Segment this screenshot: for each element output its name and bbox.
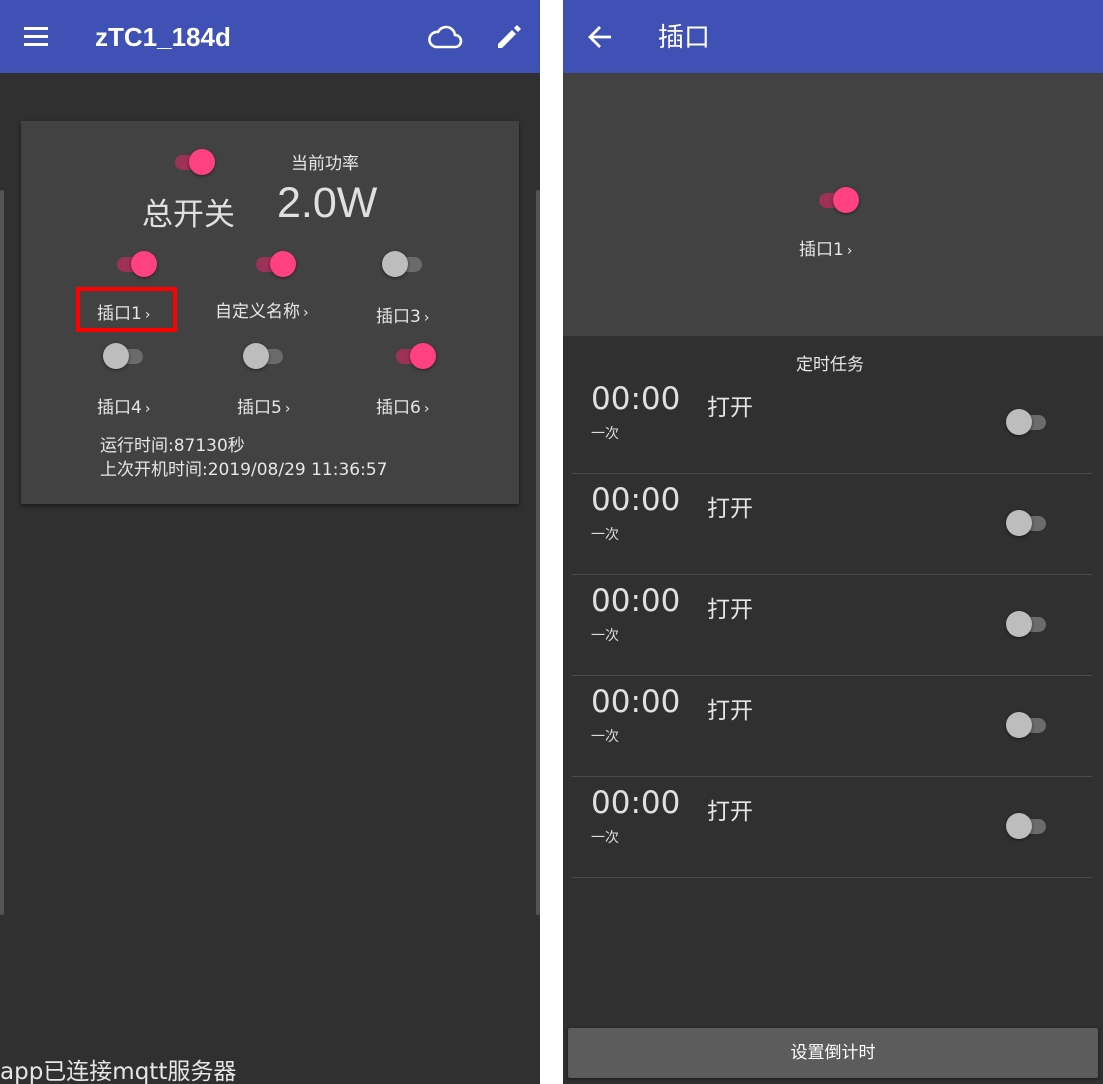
- timer-task-row[interactable]: 00:00 一次 打开: [572, 777, 1092, 878]
- slot-6-label: 插口6: [376, 398, 421, 418]
- timer-task-row[interactable]: 00:00 一次 打开: [572, 373, 1092, 474]
- cloud-icon[interactable]: [427, 24, 463, 50]
- page-title: 插口: [658, 22, 711, 52]
- section-title: 定时任务: [796, 355, 864, 375]
- task-action: 打开: [707, 395, 753, 421]
- chevron-right-icon: ›: [144, 401, 151, 417]
- slot-1-switch[interactable]: [113, 249, 157, 279]
- app-bar: zTC1_184d: [0, 0, 540, 73]
- task-time: 00:00: [591, 381, 681, 417]
- task-time: 00:00: [591, 482, 681, 518]
- slot-3-link[interactable]: 插口3 ›: [376, 302, 429, 327]
- last-boot-text: 上次开机时间:2019/08/29 11:36:57: [100, 460, 388, 480]
- slot-4-label: 插口4: [97, 398, 142, 418]
- power-label: 当前功率: [291, 154, 359, 174]
- chevron-right-icon: ›: [846, 243, 853, 259]
- slot-4-link[interactable]: 插口4 ›: [97, 393, 150, 418]
- set-countdown-button[interactable]: 设置倒计时: [568, 1028, 1098, 1078]
- slot-2-label: 自定义名称: [215, 302, 300, 322]
- task-repeat: 一次: [591, 628, 619, 644]
- task-repeat: 一次: [591, 830, 619, 846]
- task-action: 打开: [707, 799, 753, 825]
- slot-5-link[interactable]: 插口5 ›: [237, 393, 290, 418]
- slot-3-label: 插口3: [376, 307, 421, 327]
- task-time: 00:00: [591, 583, 681, 619]
- slot-name-link[interactable]: 插口1 ›: [799, 235, 852, 260]
- slot-2-switch[interactable]: [252, 249, 296, 279]
- slot-6-switch[interactable]: [392, 341, 436, 371]
- scrollbar[interactable]: [0, 190, 4, 915]
- slot-header: 插口1 ›: [563, 73, 1103, 336]
- chevron-right-icon: ›: [423, 310, 430, 326]
- timer-task-row[interactable]: 00:00 一次 打开: [572, 474, 1092, 575]
- slot-switch[interactable]: [815, 185, 859, 215]
- slot-2-link[interactable]: 自定义名称 ›: [215, 297, 309, 322]
- task-switch[interactable]: [1006, 508, 1050, 538]
- highlight-box: [76, 287, 177, 332]
- slot-name-label: 插口1: [799, 240, 844, 260]
- chevron-right-icon: ›: [303, 305, 309, 321]
- task-action: 打开: [707, 698, 753, 724]
- timer-task-row[interactable]: 00:00 一次 打开: [572, 676, 1092, 777]
- main-screen: zTC1_184d 当前功率 总开关 2.0W 插口1 › 自定义名称 › 插口3 ›: [0, 0, 540, 1084]
- slot-4-switch[interactable]: [103, 341, 147, 371]
- timer-task-row[interactable]: 00:00 一次 打开: [572, 575, 1092, 676]
- menu-icon[interactable]: [22, 24, 50, 48]
- task-repeat: 一次: [591, 729, 619, 745]
- back-arrow-icon[interactable]: [587, 24, 613, 50]
- slot-6-link[interactable]: 插口6 ›: [376, 393, 429, 418]
- master-switch[interactable]: [171, 147, 215, 177]
- slot-detail-screen: 插口 插口1 › 定时任务 00:00 一次 打开 00:00 一次 打开 00:…: [563, 0, 1103, 1084]
- device-title: zTC1_184d: [95, 22, 231, 52]
- scrollbar[interactable]: [536, 190, 540, 915]
- task-time: 00:00: [591, 684, 681, 720]
- master-switch-label: 总开关: [142, 197, 235, 233]
- slot-3-switch[interactable]: [382, 249, 426, 279]
- chevron-right-icon: ›: [284, 401, 291, 417]
- slot-5-label: 插口5: [237, 398, 282, 418]
- chevron-right-icon: ›: [423, 401, 430, 417]
- power-value: 2.0W: [277, 179, 378, 227]
- edit-icon[interactable]: [494, 22, 524, 52]
- connection-status: app已连接mqtt服务器: [0, 1059, 237, 1084]
- task-switch[interactable]: [1006, 811, 1050, 841]
- app-bar: 插口: [563, 0, 1103, 73]
- task-action: 打开: [707, 597, 753, 623]
- task-switch[interactable]: [1006, 407, 1050, 437]
- task-repeat: 一次: [591, 527, 619, 543]
- task-time: 00:00: [591, 785, 681, 821]
- task-switch[interactable]: [1006, 609, 1050, 639]
- slot-5-switch[interactable]: [243, 341, 287, 371]
- uptime-text: 运行时间:87130秒: [100, 436, 245, 456]
- task-switch[interactable]: [1006, 710, 1050, 740]
- task-action: 打开: [707, 496, 753, 522]
- task-repeat: 一次: [591, 426, 619, 442]
